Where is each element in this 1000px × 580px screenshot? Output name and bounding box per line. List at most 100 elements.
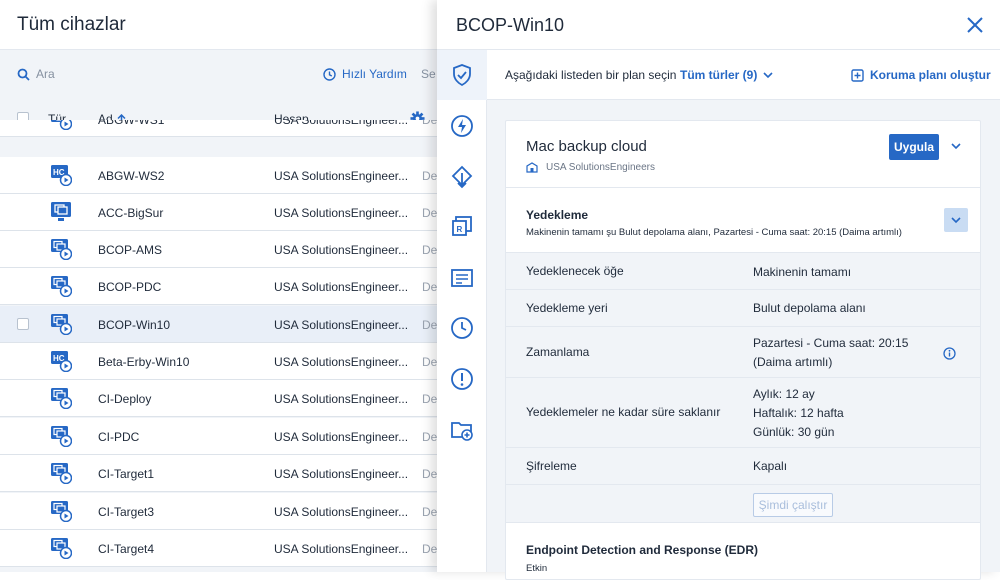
table-row[interactable]: CI-Target3 USA SolutionsEngineer... De xyxy=(0,493,440,530)
organization-icon xyxy=(526,162,538,173)
device-name: ACC-BigSur xyxy=(98,206,164,220)
table-row[interactable]: CI-Target4 USA SolutionsEngineer... De xyxy=(0,530,440,567)
device-name: ABGW-WS2 xyxy=(98,169,165,183)
help-icon xyxy=(323,67,336,81)
device-account: USA SolutionsEngineer... xyxy=(274,169,409,183)
detail-value: Aylık: 12 ay Haftalık: 12 hafta Günlük: 30… xyxy=(753,385,844,442)
device-account: USA SolutionsEngineer... xyxy=(274,505,409,519)
folder-add-icon[interactable] xyxy=(450,418,474,442)
detail-value-line: Kapalı xyxy=(753,459,788,473)
table-row[interactable]: ABGW-WS1 USA SolutionsEngineer... De xyxy=(0,120,440,137)
deploy-arrows-icon[interactable] xyxy=(450,165,474,189)
plan-type-filter[interactable]: Tüm türler (9) xyxy=(680,68,773,82)
search-placeholder: Ara xyxy=(36,67,55,81)
plus-square-icon xyxy=(851,68,864,82)
hc-vm-icon: HC xyxy=(50,164,73,187)
device-name: CI-Target1 xyxy=(98,467,155,481)
table-row[interactable]: BCOP-Win10 USA SolutionsEngineer... De xyxy=(0,306,440,343)
shield-check-icon[interactable] xyxy=(450,63,474,87)
device-status: De xyxy=(422,355,438,369)
panel-side-rail: R xyxy=(437,50,487,572)
info-icon[interactable] xyxy=(943,346,956,360)
run-now-button[interactable]: Şimdi çalıştır xyxy=(753,493,833,517)
device-account: USA SolutionsEngineer... xyxy=(274,355,409,369)
backup-section-title: Yedekleme xyxy=(526,208,589,222)
device-account: USA SolutionsEngineer... xyxy=(274,280,409,294)
device-account: USA SolutionsEngineer... xyxy=(274,243,409,257)
device-name: BCOP-Win10 xyxy=(98,318,171,332)
detail-value: Kapalı xyxy=(753,457,787,476)
table-row[interactable]: CI-Target1 USA SolutionsEngineer... De xyxy=(0,455,440,492)
device-account: USA SolutionsEngineer... xyxy=(274,392,409,406)
device-status: De xyxy=(422,280,438,294)
plan-card: Mac backup cloud USA SolutionsEngineers … xyxy=(505,120,981,580)
plan-content: Aşağıdaki listeden bir plan seçin Tüm tü… xyxy=(487,50,1000,580)
device-name: CI-Target4 xyxy=(98,542,155,556)
device-status: De xyxy=(422,467,438,481)
apply-button[interactable]: Uygula xyxy=(889,134,939,160)
table-row[interactable]: CI-PDC USA SolutionsEngineer... De xyxy=(0,418,440,455)
vm-icon xyxy=(50,313,73,336)
table-row[interactable]: BCOP-AMS USA SolutionsEngineer... De xyxy=(0,231,440,268)
device-status: De xyxy=(422,169,438,183)
detail-row: Şifreleme Kapalı xyxy=(506,448,980,485)
chevron-down-icon xyxy=(763,71,773,78)
device-account: USA SolutionsEngineer... xyxy=(274,120,409,127)
device-status: De xyxy=(422,206,438,220)
row-checkbox[interactable] xyxy=(17,318,29,330)
recovery-icon[interactable]: R xyxy=(450,215,474,239)
table-row[interactable]: HC ABGW-WS2 USA SolutionsEngineer... De xyxy=(0,157,440,194)
table-row[interactable]: ACC-BigSur USA SolutionsEngineer... De xyxy=(0,194,440,231)
device-status: De xyxy=(422,505,438,519)
device-name: BCOP-PDC xyxy=(98,280,162,294)
backup-summary: Makinenin tamamı şu Bulut depolama alanı… xyxy=(526,227,902,238)
edr-status: Etkin xyxy=(526,563,548,574)
panel-title: BCOP-Win10 xyxy=(456,15,565,35)
detail-value-line: Bulut depolama alanı xyxy=(753,301,866,315)
chevron-down-icon[interactable] xyxy=(949,139,963,153)
device-status: De xyxy=(422,542,438,556)
detail-value: Makinenin tamamı xyxy=(753,263,851,282)
device-status: De xyxy=(422,243,438,257)
create-plan-button[interactable]: Koruma planı oluştur xyxy=(851,68,991,82)
device-name: BCOP-AMS xyxy=(98,243,163,257)
device-status: De xyxy=(422,120,438,127)
quick-help-label: Hızlı Yardım xyxy=(342,67,407,81)
create-plan-label: Koruma planı oluştur xyxy=(870,68,991,82)
backup-collapse-button[interactable] xyxy=(944,208,968,232)
edr-title: Endpoint Detection and Response (EDR) xyxy=(526,543,759,557)
quick-help-button[interactable]: Hızlı Yardım xyxy=(323,67,407,81)
svg-text:R: R xyxy=(457,225,463,234)
vm-icon xyxy=(50,462,73,485)
detail-value-line: Günlük: 30 gün xyxy=(753,424,835,439)
select-plan-label: Aşağıdaki listeden bir plan seçin xyxy=(505,68,677,82)
device-status: De xyxy=(422,430,438,444)
detail-value-line: Pazartesi - Cuma saat: 20:15 xyxy=(753,335,909,350)
detail-row: Zamanlama Pazartesi - Cuma saat: 20:15 (Da… xyxy=(506,327,980,378)
clock-icon[interactable] xyxy=(450,316,474,340)
plan-owner-label: USA SolutionsEngineers xyxy=(546,162,655,173)
plan-owner: USA SolutionsEngineers xyxy=(526,162,655,173)
device-name: CI-PDC xyxy=(98,430,140,444)
lightning-icon[interactable] xyxy=(450,114,474,138)
vm-icon xyxy=(50,387,73,410)
document-list-icon[interactable] xyxy=(450,266,474,290)
plan-selection-bar: Aşağıdaki listeden bir plan seçin Tüm tü… xyxy=(487,50,1000,100)
desktop-icon xyxy=(50,201,72,223)
device-account: USA SolutionsEngineer... xyxy=(274,467,409,481)
table-row[interactable]: BCOP-PDC USA SolutionsEngineer... De xyxy=(0,268,440,305)
table-row[interactable]: HC Beta-Erby-Win10 USA SolutionsEngineer..… xyxy=(0,343,440,380)
table-row[interactable]: CI-Deploy USA SolutionsEngineer... De xyxy=(0,380,440,417)
run-row: Şimdi çalıştır xyxy=(506,485,980,523)
device-name: CI-Deploy xyxy=(98,392,152,406)
alert-icon[interactable] xyxy=(450,367,474,391)
detail-value-line: (Daima artımlı) xyxy=(753,354,833,369)
close-icon[interactable] xyxy=(965,15,985,35)
plan-type-filter-label: Tüm türler (9) xyxy=(680,68,758,82)
divider xyxy=(506,187,980,188)
device-status: De xyxy=(422,392,438,406)
truncated-toolbar-item[interactable]: Se xyxy=(421,67,436,81)
device-account: USA SolutionsEngineer... xyxy=(274,542,409,556)
detail-row: Yedeklemeler ne kadar süre saklanır Aylık… xyxy=(506,378,980,448)
search-box[interactable]: Ara xyxy=(17,67,55,81)
